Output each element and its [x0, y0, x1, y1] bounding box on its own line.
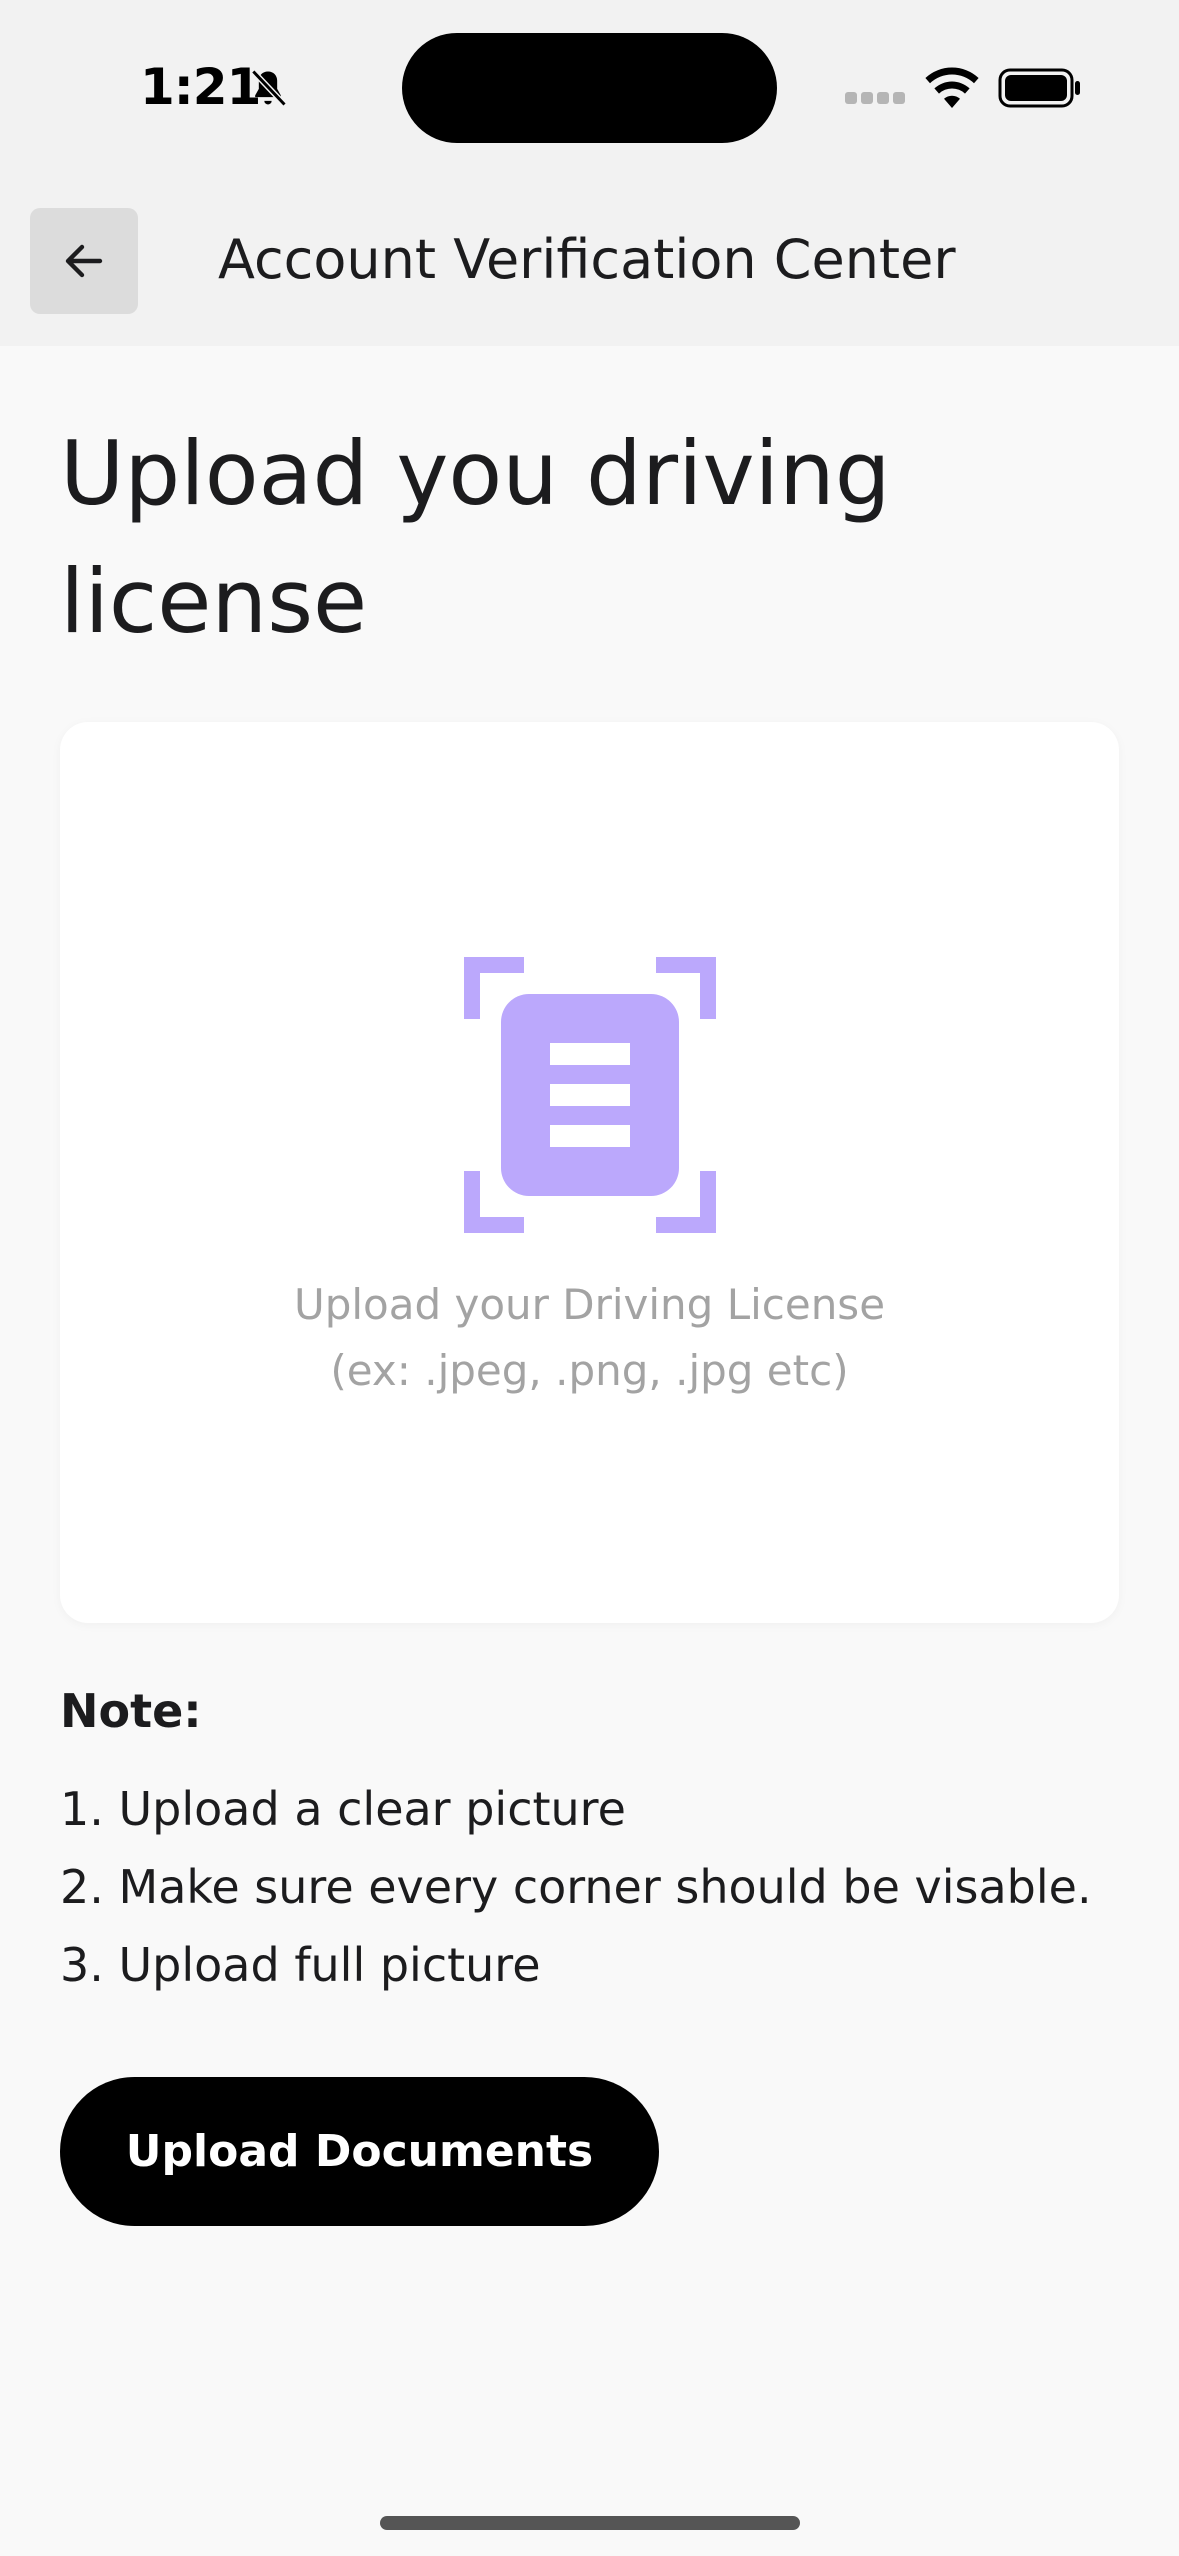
- page-title: Upload you driving license: [60, 422, 891, 653]
- note-item: 3. Upload full picture: [60, 1938, 541, 1992]
- wifi-icon: [925, 67, 979, 108]
- home-indicator[interactable]: [380, 2516, 800, 2530]
- upload-hint-formats: (ex: .jpeg, .png, .jpg etc): [330, 1346, 849, 1395]
- upload-hint: Upload your Driving License (ex: .jpeg, …: [60, 1272, 1119, 1404]
- back-button[interactable]: [30, 208, 138, 314]
- bell-slash-icon: [251, 69, 287, 107]
- arrow-left-icon: [65, 244, 103, 278]
- header-title: Account Verification Center: [218, 228, 956, 291]
- note-title: Note:: [60, 1684, 202, 1738]
- status-time: 1:21: [140, 58, 261, 116]
- upload-hint-title: Upload your Driving License: [293, 1280, 886, 1329]
- upload-dropzone[interactable]: Upload your Driving License (ex: .jpeg, …: [60, 722, 1119, 1623]
- note-item: 1. Upload a clear picture: [60, 1782, 626, 1836]
- battery-icon: [998, 68, 1080, 108]
- dynamic-island: [402, 33, 777, 143]
- note-list: 1. Upload a clear picture 2. Make sure e…: [60, 1770, 1092, 2004]
- cellular-signal-icon: [845, 92, 905, 104]
- note-item: 2. Make sure every corner should be visa…: [60, 1860, 1092, 1914]
- document-scan-icon: [464, 957, 716, 1233]
- status-bar: 1:21: [0, 0, 1179, 190]
- app-header: Account Verification Center: [0, 190, 1179, 346]
- upload-documents-button[interactable]: Upload Documents: [60, 2077, 659, 2226]
